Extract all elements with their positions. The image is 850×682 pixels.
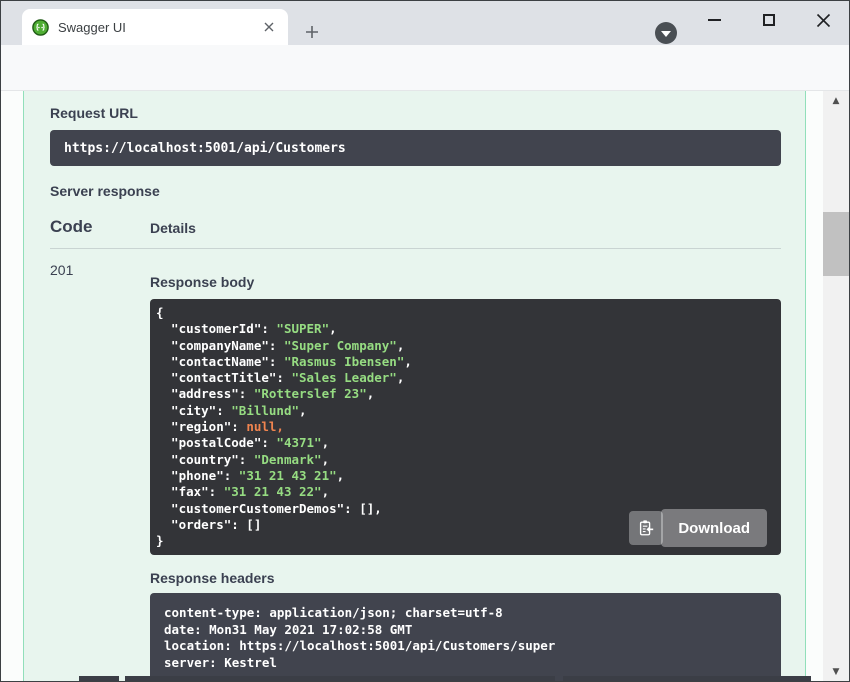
request-url-label: Request URL bbox=[50, 105, 781, 121]
tab-title: Swagger UI bbox=[58, 20, 260, 35]
scroll-up-icon[interactable]: ▲ bbox=[823, 92, 849, 109]
page-viewport: Request URL https://localhost:5001/api/C… bbox=[1, 91, 849, 681]
title-bar: Swagger UI bbox=[1, 1, 849, 45]
next-section-sliver bbox=[79, 676, 119, 681]
clipboard-copy-icon bbox=[637, 519, 655, 537]
swagger-opblock-panel: Request URL https://localhost:5001/api/C… bbox=[23, 91, 806, 681]
next-section-sliver bbox=[125, 676, 555, 681]
scroll-down-icon[interactable]: ▼ bbox=[823, 663, 849, 680]
swagger-favicon-icon bbox=[32, 19, 49, 36]
close-icon bbox=[816, 13, 831, 28]
status-code: 201 bbox=[50, 262, 150, 681]
response-headers-label: Response headers bbox=[150, 570, 781, 586]
chevron-down-icon bbox=[661, 31, 671, 37]
response-row: 201 Response body { "customerId": "SUPER… bbox=[50, 262, 781, 681]
tab-close-icon[interactable] bbox=[260, 18, 278, 36]
request-url-value: https://localhost:5001/api/Customers bbox=[50, 130, 781, 166]
details-column-header: Details bbox=[150, 217, 196, 237]
maximize-icon bbox=[763, 14, 775, 26]
minimize-icon bbox=[708, 19, 721, 21]
download-button[interactable]: Download bbox=[661, 509, 767, 547]
response-body-label: Response body bbox=[150, 262, 781, 290]
browser-window: Swagger UI bbox=[0, 0, 850, 682]
copy-to-clipboard-button[interactable] bbox=[629, 511, 663, 545]
page-scrollbar[interactable]: ▲ ▼ bbox=[823, 91, 849, 681]
response-headers-block: content-type: application/json; charset=… bbox=[150, 593, 781, 681]
minimize-button[interactable] bbox=[701, 9, 727, 31]
new-tab-button[interactable] bbox=[302, 22, 322, 42]
response-details-cell: Response body { "customerId": "SUPER", "… bbox=[150, 262, 781, 681]
next-section-sliver bbox=[563, 676, 811, 681]
code-column-header: Code bbox=[50, 217, 150, 237]
response-body-block: { "customerId": "SUPER", "companyName": … bbox=[150, 299, 781, 555]
response-table-header: Code Details bbox=[50, 217, 781, 249]
maximize-button[interactable] bbox=[756, 9, 782, 31]
server-response-label: Server response bbox=[50, 183, 781, 199]
browser-tab[interactable]: Swagger UI bbox=[22, 9, 288, 45]
tab-overflow-button[interactable] bbox=[655, 22, 677, 44]
close-button[interactable] bbox=[810, 9, 836, 31]
scrollbar-thumb[interactable] bbox=[823, 212, 849, 276]
browser-toolbar: localhost:5001/swagger/index.html bbox=[1, 45, 849, 91]
